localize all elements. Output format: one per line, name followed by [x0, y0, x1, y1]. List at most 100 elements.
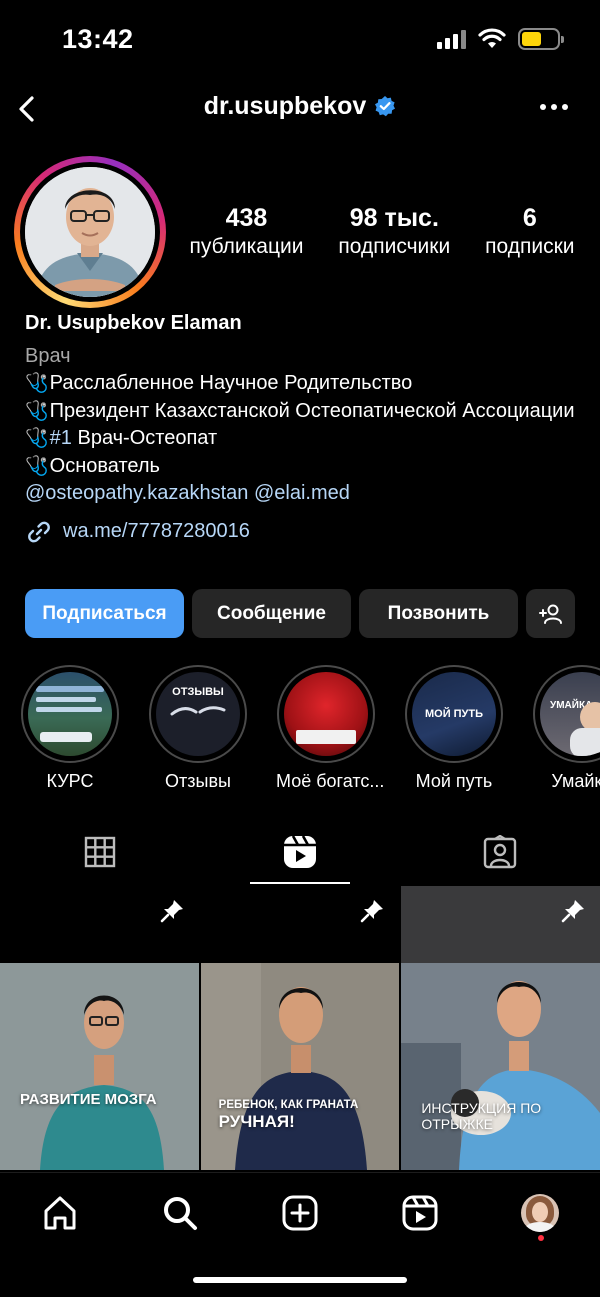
message-button[interactable]: Сообщение: [192, 589, 351, 638]
bio-line: 🩺Основатель: [25, 454, 160, 477]
home-icon: [44, 1196, 76, 1230]
status-bar: 13:42: [0, 0, 600, 80]
pin-icon: [561, 900, 585, 923]
highlight-cover: МОЙ ПУТЬ: [412, 672, 496, 756]
grid-icon: [84, 836, 116, 868]
reel-caption-line2: РУЧНАЯ!: [218, 1112, 295, 1131]
website-link[interactable]: wa.me/77787280016: [25, 518, 585, 546]
hashtag-link[interactable]: #1: [50, 427, 72, 449]
profile-avatar-icon: [521, 1194, 559, 1232]
reel-thumbnail[interactable]: ИНСТРУКЦИЯ ПО ОТРЫЖКЕ: [401, 886, 600, 1170]
highlight-my-path[interactable]: МОЙ ПУТЬ Мой путь: [404, 665, 504, 795]
highlight-cover: [28, 672, 112, 756]
tagged-icon: [483, 835, 517, 869]
highlight-cover: ОТЗЫВЫ: [156, 672, 240, 756]
avatar: [25, 167, 155, 297]
profile-actions: Подписаться Сообщение Позвонить: [25, 589, 575, 638]
highlight-cover: УМАЙКА: [540, 672, 600, 756]
bio-mentions: @osteopathy.kazakhstan @elai.med: [25, 480, 585, 508]
call-button[interactable]: Позвонить: [359, 589, 518, 638]
following-stat[interactable]: 6 подписки: [485, 204, 574, 259]
highlight-umaika[interactable]: УМАЙКА Умайка: [532, 665, 600, 795]
mention-link-osteopathy[interactable]: @osteopathy.kazakhstan: [25, 482, 248, 504]
reels-icon: [284, 835, 316, 868]
more-icon-dot: [562, 104, 568, 110]
tab-tagged[interactable]: [400, 820, 600, 884]
nav-search[interactable]: [158, 1191, 202, 1235]
battery-icon: [518, 28, 564, 50]
highlight-cover-text: ОТЗЫВЫ: [172, 686, 224, 698]
followers-stat[interactable]: 98 тыс. подписчики: [338, 204, 450, 259]
posts-count: 438: [225, 204, 268, 232]
verified-badge-icon: [375, 96, 396, 117]
cellular-signal-icon: [437, 29, 466, 49]
reel-cover: [0, 963, 199, 1170]
following-label: подписки: [485, 235, 575, 258]
highlight-label: Моё богатс...: [276, 771, 385, 791]
follow-button[interactable]: Подписаться: [25, 589, 184, 638]
reel-thumbnail[interactable]: РЕБЕНОК, КАК ГРАНАТА РУЧНАЯ!: [200, 886, 400, 1170]
stethoscope-icon: 🩺: [25, 400, 49, 422]
link-icon: [28, 521, 50, 542]
stethoscope-icon: 🩺: [25, 428, 49, 449]
wifi-icon: [478, 28, 506, 48]
profile-stats: 438 публикации 98 тыс. подписчики 6 подп…: [172, 204, 592, 259]
profile-header: dr.usupbekov: [0, 82, 600, 132]
nav-create[interactable]: [278, 1191, 322, 1235]
pin-icon: [160, 900, 183, 923]
profile-full-name: Dr. Usupbekov Elaman: [25, 312, 242, 334]
add-person-icon: [538, 604, 562, 624]
story-ring[interactable]: [14, 156, 166, 308]
more-options-button[interactable]: [540, 92, 574, 122]
status-time: 13:42: [62, 24, 134, 54]
website-link-text: wa.me/77787280016: [63, 519, 250, 542]
profile-category: Врач: [25, 344, 71, 367]
bio-line: 🩺Расслабленное Научное Родительство: [25, 372, 413, 394]
tab-reels[interactable]: [200, 820, 400, 884]
highlight-cover: [284, 672, 368, 756]
highlight-wealth[interactable]: Моё богатс...: [276, 665, 385, 795]
avatar-photo: [25, 167, 155, 297]
nav-reels[interactable]: [398, 1191, 442, 1235]
create-icon: [282, 1195, 318, 1231]
nav-profile[interactable]: [518, 1191, 562, 1235]
reels-nav-icon: [402, 1195, 438, 1231]
pin-icon: [361, 900, 384, 923]
reel-caption-line1: РЕБЕНОК, КАК ГРАНАТА: [218, 1099, 359, 1111]
status-icons: [437, 28, 564, 50]
highlight-label: Мой путь: [415, 771, 493, 791]
highlight-label: Умайка: [551, 771, 600, 791]
home-indicator[interactable]: [193, 1277, 407, 1283]
reel-thumbnail[interactable]: РАЗВИТИЕ МОЗГА: [0, 886, 199, 1170]
reel-caption-line2: ОТРЫЖКЕ: [421, 1116, 493, 1132]
bottom-navigation: [0, 1172, 600, 1297]
more-icon-dot: [540, 104, 546, 110]
reels-grid: РАЗВИТИЕ МОЗГА РЕБЕНОК, КАК ГРАНАТА РУЧН…: [0, 886, 600, 1170]
followers-count: 98 тыс.: [349, 204, 439, 232]
following-count: 6: [522, 204, 537, 232]
nav-home[interactable]: [38, 1191, 82, 1235]
more-icon-dot: [551, 104, 557, 110]
reel-caption: РАЗВИТИЕ МОЗГА: [20, 1091, 157, 1108]
followers-label: подписчики: [338, 235, 451, 258]
reel-caption-line1: ИНСТРУКЦИЯ ПО: [421, 1100, 542, 1116]
reel-cover: [401, 963, 600, 1170]
highlight-reviews[interactable]: ОТЗЫВЫ Отзывы: [148, 665, 248, 795]
highlight-cover-text: МОЙ ПУТЬ: [424, 708, 484, 720]
stethoscope-icon: 🩺: [25, 455, 49, 477]
highlight-course[interactable]: КУРС: [20, 665, 120, 795]
reel-cover: [200, 963, 400, 1170]
stethoscope-icon: 🩺: [25, 373, 49, 394]
tab-posts[interactable]: [0, 820, 200, 884]
mention-link-elai[interactable]: @elai.med: [254, 482, 350, 504]
posts-stat[interactable]: 438 публикации: [189, 204, 303, 259]
bio-line: 🩺Президент Казахстанской Остеопатической…: [25, 399, 575, 422]
username-text: dr.usupbekov: [203, 92, 367, 120]
story-highlights: КУРС ОТЗЫВЫ Отзывы Моё богатс... МОЙ ПУТ…: [20, 665, 600, 795]
posts-label: публикации: [189, 235, 304, 258]
notification-dot: [538, 1235, 544, 1241]
profile-username: dr.usupbekov: [0, 92, 600, 121]
highlight-label: Отзывы: [165, 771, 231, 791]
suggested-users-button[interactable]: [526, 589, 575, 638]
profile-content-tabs: [0, 820, 600, 884]
